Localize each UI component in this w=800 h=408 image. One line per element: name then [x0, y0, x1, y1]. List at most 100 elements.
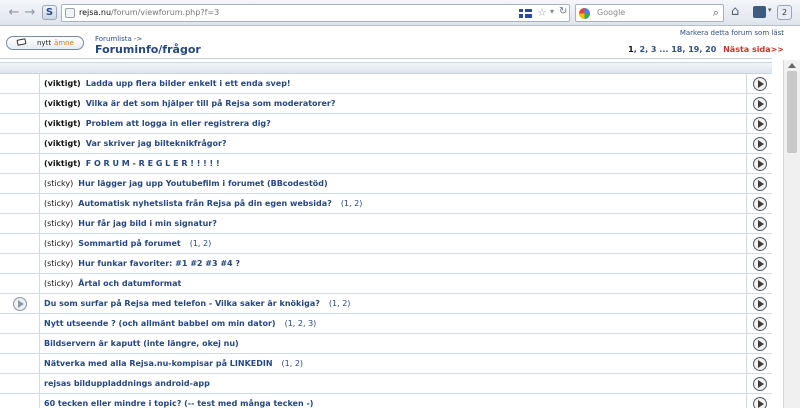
- favicon-icon: [65, 8, 75, 18]
- back-arrow-icon[interactable]: ←: [6, 5, 22, 21]
- url-text[interactable]: rejsa.nu/forum/viewforum.php?f=3: [79, 8, 219, 17]
- go-to-last-post-icon[interactable]: [753, 377, 767, 391]
- topic-title-link[interactable]: F O R U M - R E G L E R ! ! ! ! !: [86, 159, 220, 168]
- search-input[interactable]: Google: [597, 8, 625, 17]
- topic-title-link[interactable]: Årtal och datumformat: [78, 279, 181, 288]
- reload-icon[interactable]: ↻: [559, 6, 567, 17]
- next-page-link[interactable]: Nästa sida>>: [723, 45, 784, 54]
- topic-title-link[interactable]: Problem att logga in eller registrera di…: [86, 119, 271, 128]
- topic-title-link[interactable]: Bildservern är kaputt (inte längre, okej…: [44, 339, 239, 348]
- url-dropdown-icon[interactable]: ▾: [550, 7, 554, 16]
- topic-title-link[interactable]: Sommartid på forumet: [78, 239, 180, 248]
- extension-icon[interactable]: [753, 6, 766, 18]
- search-magnifier-icon[interactable]: ⌕: [713, 6, 719, 20]
- site-identity-icon[interactable]: S: [42, 5, 57, 20]
- last-post-cell: [746, 174, 772, 194]
- last-post-cell: [746, 214, 772, 234]
- topic-pages-link[interactable]: (1, 2): [190, 239, 212, 248]
- topic-title-link[interactable]: 60 tecken eller mindre i topic? (-- test…: [44, 399, 313, 408]
- go-to-last-post-icon[interactable]: [753, 137, 767, 151]
- topic-title-link[interactable]: rejsas bilduppladdnings android-app: [44, 379, 210, 388]
- topic-text: (sticky) Årtal och datumformat: [44, 279, 181, 288]
- topic-status-cell: [0, 314, 40, 334]
- topic-tag: (viktigt): [44, 99, 81, 108]
- page-18[interactable]: 18: [671, 45, 682, 54]
- page-3[interactable]: 3: [651, 45, 657, 54]
- page-title[interactable]: Foruminfo/frågor: [95, 43, 201, 56]
- topic-list: (viktigt) Ladda upp flera bilder enkelt i…: [0, 74, 772, 408]
- topic-title-link[interactable]: Nätverka med alla Rejsa.nu-kompisar på L…: [44, 359, 273, 368]
- topic-title-link[interactable]: Vilka är det som hjälper till på Rejsa s…: [86, 99, 336, 108]
- topic-text: Nätverka med alla Rejsa.nu-kompisar på L…: [44, 359, 303, 368]
- page-20[interactable]: 20: [705, 45, 716, 54]
- page-scrollbar[interactable]: [783, 60, 800, 408]
- topic-status-cell: [0, 234, 40, 254]
- topic-title-link[interactable]: Du som surfar på Rejsa med telefon - Vil…: [44, 299, 320, 308]
- search-bar[interactable]: Google ⌕: [575, 4, 724, 22]
- go-to-last-post-icon[interactable]: [753, 297, 767, 311]
- go-to-last-post-icon[interactable]: [753, 157, 767, 171]
- topic-pages-link[interactable]: (1, 2, 3): [285, 319, 317, 328]
- go-to-last-post-icon[interactable]: [753, 77, 767, 91]
- go-to-last-post-icon[interactable]: [753, 277, 767, 291]
- mark-forum-read-link[interactable]: Markera detta forum som läst: [680, 29, 784, 37]
- topic-status-cell: [0, 114, 40, 134]
- last-post-cell: [746, 94, 772, 114]
- topic-title-link[interactable]: Var skriver jag bilteknikfrågor?: [86, 139, 227, 148]
- notification-badge[interactable]: 2: [777, 5, 792, 20]
- address-bar[interactable]: rejsa.nu/forum/viewforum.php?f=3 ☆ ▾ ↻: [61, 4, 570, 22]
- scroll-up-arrow-icon[interactable]: [788, 63, 796, 68]
- last-post-cell: [746, 374, 772, 394]
- go-to-last-post-icon[interactable]: [753, 237, 767, 251]
- go-to-last-post-icon[interactable]: [753, 177, 767, 191]
- topic-status-cell: [0, 334, 40, 354]
- google-logo-icon[interactable]: [579, 8, 590, 19]
- go-to-last-post-icon[interactable]: [753, 257, 767, 271]
- last-post-cell: [746, 294, 772, 314]
- topic-text: rejsas bilduppladdnings android-app: [44, 379, 210, 388]
- go-to-last-post-icon[interactable]: [753, 337, 767, 351]
- go-to-last-post-icon[interactable]: [753, 317, 767, 331]
- topic-row: (viktigt) Var skriver jag bilteknikfrågor…: [0, 134, 772, 154]
- scroll-thumb[interactable]: [787, 71, 797, 153]
- go-to-last-post-icon[interactable]: [753, 217, 767, 231]
- go-to-last-post-icon[interactable]: [753, 197, 767, 211]
- go-to-last-post-icon[interactable]: [753, 357, 767, 371]
- topic-pages-link[interactable]: (1, 2): [329, 299, 351, 308]
- new-topic-label: nytt ämne: [37, 39, 74, 47]
- breadcrumb[interactable]: Forumlista ->: [95, 35, 142, 43]
- new-topic-button[interactable]: nytt ämne: [6, 36, 84, 50]
- topic-title-link[interactable]: Automatisk nyhetslista från Rejsa på din…: [78, 199, 332, 208]
- home-icon[interactable]: ⌂: [731, 4, 739, 19]
- topic-row: (viktigt) Problem att logga in eller regi…: [0, 114, 772, 134]
- topic-title-link[interactable]: Hur får jag bild i min signatur?: [78, 219, 217, 228]
- topic-row: Bildservern är kaputt (inte längre, okej…: [0, 334, 772, 354]
- bookmark-star-icon[interactable]: ☆: [537, 6, 547, 19]
- extension-dropdown-icon[interactable]: ▾: [768, 6, 772, 14]
- last-post-cell: [746, 254, 772, 274]
- last-post-cell: [746, 274, 772, 294]
- topic-row: Du som surfar på Rejsa med telefon - Vil…: [0, 294, 772, 314]
- topic-pages-link[interactable]: (1, 2): [341, 199, 363, 208]
- go-to-last-post-icon[interactable]: [753, 97, 767, 111]
- pencil-icon: [16, 38, 27, 46]
- last-post-cell: [746, 194, 772, 214]
- topic-row: (sticky) Sommartid på forumet (1, 2): [0, 234, 772, 254]
- topic-row: (sticky) Hur funkar favoriter: #1 #2 #3 #…: [0, 254, 772, 274]
- topic-text: (viktigt) F O R U M - R E G L E R ! ! ! !…: [44, 159, 220, 168]
- topic-title-link[interactable]: Nytt utseende ? (och allmänt babbel om m…: [44, 319, 276, 328]
- topic-tag: (viktigt): [44, 139, 81, 148]
- topic-row: (sticky) Årtal och datumformat: [0, 274, 772, 294]
- topic-text: (viktigt) Vilka är det som hjälper till p…: [44, 99, 336, 108]
- topic-pages-link[interactable]: (1, 2): [282, 359, 304, 368]
- go-to-last-post-icon[interactable]: [753, 397, 767, 408]
- topic-row: 60 tecken eller mindre i topic? (-- test…: [0, 394, 772, 408]
- swedish-flag-icon: [519, 9, 532, 18]
- topic-title-link[interactable]: Hur lägger jag upp Youtubefilm i forumet…: [78, 179, 327, 188]
- page-19[interactable]: 19: [688, 45, 699, 54]
- topic-title-link[interactable]: Hur funkar favoriter: #1 #2 #3 #4 ?: [78, 259, 240, 268]
- go-to-last-post-icon[interactable]: [753, 117, 767, 131]
- topic-title-link[interactable]: Ladda upp flera bilder enkelt i ett enda…: [86, 79, 291, 88]
- topic-text: (sticky) Hur lägger jag upp Youtubefilm i…: [44, 179, 328, 188]
- forward-arrow-icon[interactable]: →: [22, 5, 38, 21]
